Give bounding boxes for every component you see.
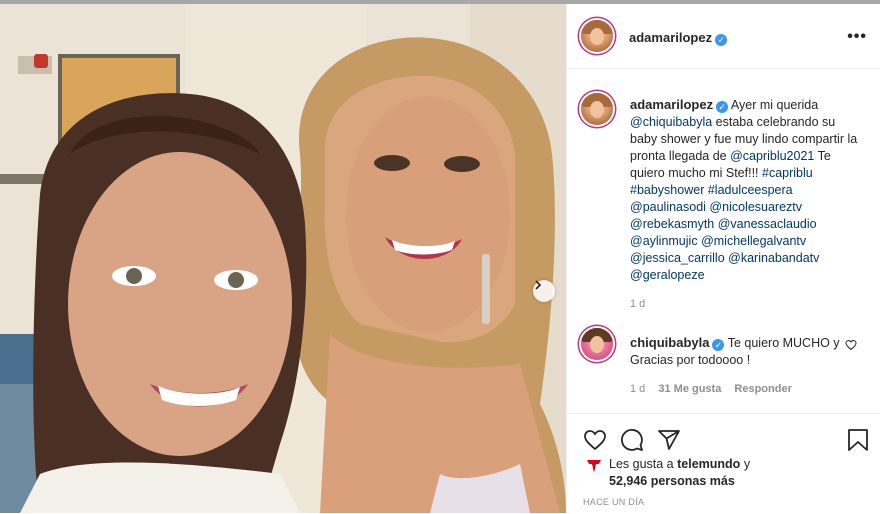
comment: chiquibabyla ✓ Te quiero MUCHO y Gracias … [630,334,840,398]
post-timestamp[interactable]: HACE UN DÍA [583,497,644,507]
mention-link[interactable]: @jessica_carrillo [630,251,725,265]
mention-link[interactable]: @vanessaclaudio [718,217,817,231]
mention-link[interactable]: @rebekasmyth [630,217,714,231]
author-username[interactable]: adamarilopez [629,30,712,45]
caption-author-username[interactable]: adamarilopez [630,97,713,112]
mention-link[interactable]: @nicolesuareztv [709,200,802,214]
hashtag-link[interactable]: #ladulceespera [708,183,793,197]
hashtag-link[interactable]: #babyshower [630,183,704,197]
likes-prefix: Les gusta a [609,457,674,471]
caption-text: Ayer mi querida [730,98,819,112]
likes-and: y [743,457,751,471]
likes-summary: Les gusta a telemundo y 52,946 personas … [609,456,849,490]
mention-link[interactable]: @aylinmujic [630,234,698,248]
post-header: adamarilopez ✓ ••• [567,4,880,69]
mention-link[interactable]: @karinabandatv [728,251,819,265]
post-actions: Les gusta a telemundo y 52,946 personas … [567,413,880,514]
next-photo-button[interactable] [533,280,555,302]
comment-icon[interactable] [620,428,644,452]
caption-author-avatar[interactable] [581,93,613,125]
chevron-right-icon [535,280,542,290]
mention-link[interactable]: @geralopeze [630,268,705,282]
comment-meta: 1 d 31 Me gusta Responder [630,381,840,398]
verified-icon: ✓ [712,339,725,351]
hashtag-link[interactable]: #capriblu [762,166,813,180]
caption-age[interactable]: 1 d [630,296,862,313]
bookmark-icon[interactable] [847,428,869,452]
photo-illustration [0,4,566,513]
mention-link[interactable]: @capriblu2021 [730,149,814,163]
liked-by-user[interactable]: telemundo [677,457,740,471]
post-caption: adamarilopez ✓ Ayer mi querida @chiquibab… [630,96,862,313]
heart-icon[interactable] [583,428,607,452]
reply-button[interactable]: Responder [734,383,791,395]
telemundo-logo-icon [587,460,601,473]
mention-link[interactable]: @michellegalvantv [701,234,806,248]
author-avatar[interactable] [581,20,613,52]
comment-age[interactable]: 1 d [630,383,645,395]
header-author: adamarilopez ✓ [629,29,728,47]
commenter-username[interactable]: chiquibabyla [630,335,709,350]
verified-icon: ✓ [715,34,728,46]
verified-icon: ✓ [716,101,729,113]
share-icon[interactable] [657,428,681,452]
mention-link[interactable]: @chiquibabyla [630,115,712,129]
mention-link[interactable]: @paulinasodi [630,200,706,214]
likes-count[interactable]: 52,946 personas más [609,474,735,488]
commenter-avatar[interactable] [581,328,613,360]
more-options-button[interactable]: ••• [847,28,867,46]
comment-heart-icon[interactable] [845,339,857,351]
post-side-panel: adamarilopez ✓ ••• adamarilopez ✓ Ayer mi … [566,4,880,513]
comment-likes[interactable]: 31 Me gusta [658,383,721,395]
post-photo[interactable] [0,4,566,513]
